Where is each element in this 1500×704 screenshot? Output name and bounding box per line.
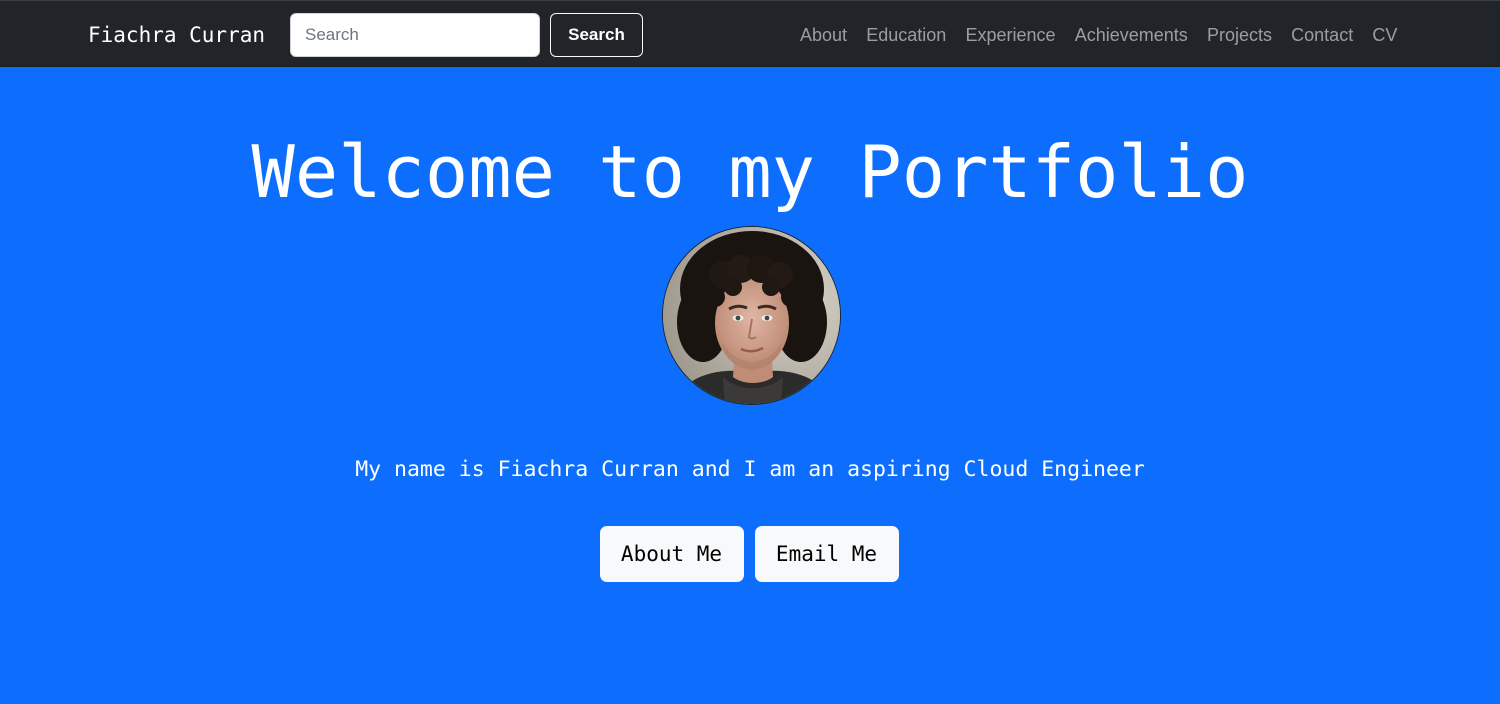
- search-button[interactable]: Search: [550, 13, 643, 57]
- navbar-brand[interactable]: Fiachra Curran: [88, 21, 265, 49]
- email-me-button[interactable]: Email Me: [754, 526, 899, 582]
- cta-button-group: About Me Email Me: [0, 526, 1500, 582]
- nav-link-achievements[interactable]: Achievements: [1065, 21, 1197, 49]
- nav-link-cv[interactable]: CV: [1363, 21, 1407, 49]
- nav-link-contact[interactable]: Contact: [1282, 21, 1363, 49]
- nav-links: About Education Experience Achievements …: [790, 21, 1407, 49]
- hero-title: Welcome to my Portfolio: [251, 130, 1249, 214]
- profile-photo: [662, 226, 841, 405]
- nav-link-projects[interactable]: Projects: [1197, 21, 1281, 49]
- hero-tagline: My name is Fiachra Curran and I am an as…: [355, 457, 1145, 482]
- nav-link-education[interactable]: Education: [857, 21, 956, 49]
- search-input[interactable]: [290, 13, 540, 57]
- navbar: Fiachra Curran Search About Education Ex…: [0, 0, 1500, 67]
- nav-link-experience[interactable]: Experience: [956, 21, 1065, 49]
- about-me-button[interactable]: About Me: [599, 526, 744, 582]
- nav-link-about[interactable]: About: [790, 21, 856, 49]
- profile-photo-icon: [663, 227, 840, 404]
